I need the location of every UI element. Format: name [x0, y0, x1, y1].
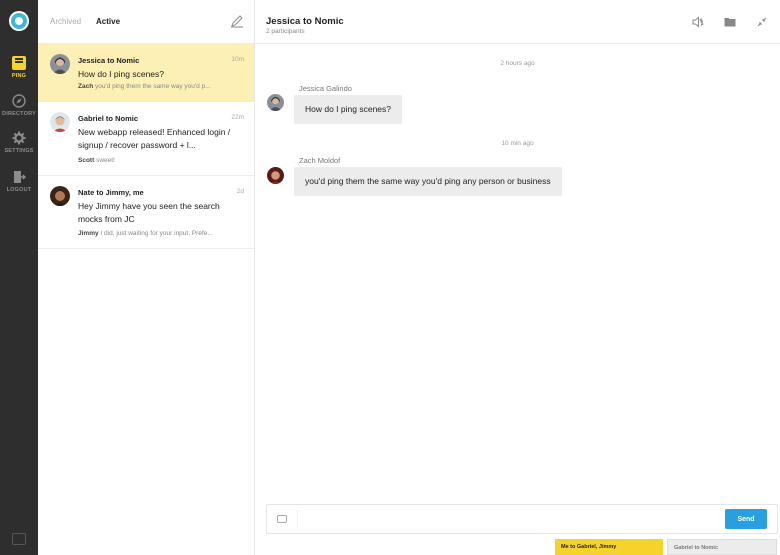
gear-icon: [12, 131, 26, 145]
preview-text: sweet!: [96, 157, 115, 164]
rail-item-label: DIRECTORY: [2, 111, 36, 117]
list-item[interactable]: Jessica to Nomic 10m How do I ping scene…: [38, 44, 254, 102]
message-author: Zach Moldof: [299, 156, 341, 165]
chat-title: Jessica to Nomic: [266, 16, 344, 27]
participants-count[interactable]: 2 participants: [266, 28, 305, 35]
list-item[interactable]: Nate to Jimmy, me 2d Hey Jimmy have you …: [38, 176, 254, 249]
preview-text: I did, just waiting for your input. Pref…: [100, 230, 213, 237]
folder-icon[interactable]: [724, 16, 736, 28]
mute-icon[interactable]: [692, 16, 704, 28]
chat-bubble-icon[interactable]: [12, 533, 26, 545]
preview-text: you'd ping them the same way you'd p...: [94, 83, 211, 90]
rail-item-logout[interactable]: LOGOUT: [0, 170, 38, 193]
conversation-time: 10m: [231, 56, 244, 63]
tab-active[interactable]: Active: [96, 17, 120, 26]
list-item[interactable]: Gabriel to Nomic 22m New webapp released…: [38, 102, 254, 176]
preview-author: Scott: [78, 157, 95, 164]
compass-icon: [12, 94, 26, 108]
message-bubble: you'd ping them the same way you'd ping …: [294, 167, 562, 196]
conversation-title: Jessica to Nomic: [78, 56, 140, 65]
message-timestamp: 10 min ago: [501, 140, 534, 147]
avatar: [50, 112, 70, 132]
rail-item-directory[interactable]: DIRECTORY: [0, 94, 38, 117]
message-input[interactable]: [297, 510, 697, 528]
rail-item-settings[interactable]: SETTINGS: [0, 131, 38, 154]
message-timestamp: 2 hours ago: [500, 60, 535, 67]
chat-panel: Jessica to Nomic 2 participants 2 hours …: [255, 0, 780, 555]
message-author: Jessica Galindo: [299, 84, 352, 93]
preview-author: Jimmy: [78, 230, 99, 237]
rail-item-label: SETTINGS: [4, 148, 34, 154]
camera-icon[interactable]: [277, 515, 287, 523]
conversation-time: 22m: [231, 114, 244, 121]
conversation-preview: Scott sweet!: [78, 157, 115, 164]
preview-author: Zach: [78, 83, 94, 90]
avatar: [267, 167, 284, 184]
logout-icon: [14, 171, 26, 183]
conversation-list: Archived Active Jessica to Nomic 10m How…: [38, 0, 255, 555]
conversation-title: Nate to Jimmy, me: [78, 188, 144, 197]
message-bubble: How do I ping scenes?: [294, 95, 402, 124]
rail-item-label: PING: [11, 73, 27, 79]
avatar: [267, 94, 284, 111]
rail-item-ping[interactable]: PING: [0, 56, 38, 79]
send-button[interactable]: Send: [725, 509, 767, 529]
avatar: [50, 186, 70, 206]
conversation-time: 2d: [236, 188, 244, 195]
compose-icon[interactable]: [230, 14, 244, 28]
message-composer: Send: [266, 504, 778, 534]
conversation-message: Hey Jimmy have you seen the search mocks…: [78, 201, 220, 224]
chat-header: Jessica to Nomic 2 participants: [255, 0, 780, 44]
conversation-tabs: Archived Active: [38, 0, 254, 44]
rail-item-label: LOGOUT: [6, 187, 32, 193]
chat-tab-me-to-gabriel-jimmy[interactable]: Me to Gabriel, Jimmy: [555, 539, 663, 555]
conversation-preview: Jimmy I did, just waiting for your input…: [78, 230, 213, 237]
conversation-message: How do I ping scenes?: [78, 69, 164, 79]
left-rail: PING DIRECTORY SETTINGS LOGOUT: [0, 0, 38, 555]
chat-tab-gabriel-to-nomic[interactable]: Gabriel to Nomic: [667, 539, 777, 555]
conversation-preview: Zach you'd ping them the same way you'd …: [78, 83, 211, 90]
conversation-message: New webapp released! Enhanced login / si…: [78, 127, 231, 150]
ping-icon: [12, 56, 26, 70]
tab-archived[interactable]: Archived: [50, 17, 81, 26]
conversation-title: Gabriel to Nomic: [78, 114, 139, 123]
app-logo[interactable]: [9, 11, 29, 31]
collapse-icon[interactable]: [757, 17, 767, 27]
avatar: [50, 54, 70, 74]
